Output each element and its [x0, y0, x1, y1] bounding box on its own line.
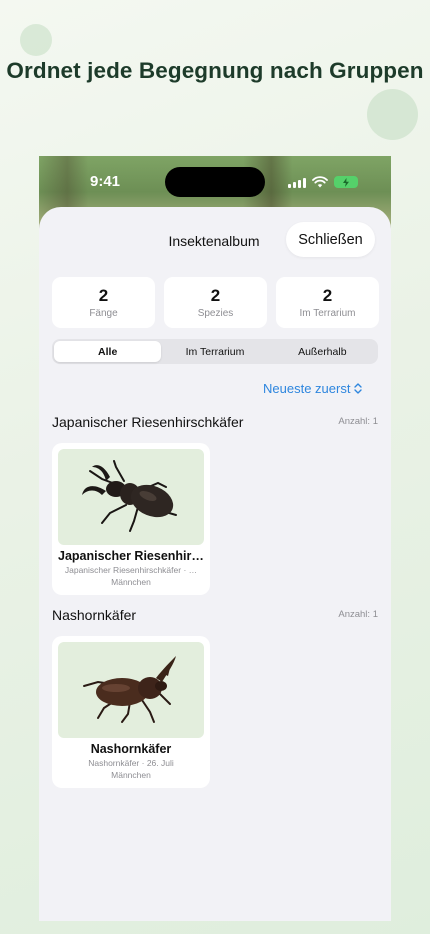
group-title: Japanischer Riesenhirschkäfer — [52, 414, 244, 430]
stat-species: 2 Spezies — [164, 277, 267, 328]
card-sex: Männchen — [111, 577, 151, 587]
stat-catches: 2 Fänge — [52, 277, 155, 328]
album-sheet: Insektenalbum Schließen 2 Fänge 2 Spezie… — [39, 207, 391, 921]
catch-card-stag-beetle[interactable]: Japanischer Riesenhirs… Japanischer Ries… — [52, 443, 210, 595]
wifi-icon — [312, 176, 328, 188]
group-count: Anzahl: 1 — [338, 609, 378, 620]
card-title: Japanischer Riesenhirs… — [58, 549, 204, 563]
dynamic-island — [165, 167, 265, 197]
filter-outside[interactable]: Außerhalb — [269, 341, 376, 362]
rhinoceros-beetle-icon — [83, 656, 176, 723]
promo-headline: Ordnet jede Begegnung nach Gruppen — [6, 58, 424, 83]
sheet-title: Insektenalbum — [168, 233, 260, 249]
card-sex: Männchen — [111, 770, 151, 780]
decorative-circle — [367, 89, 418, 140]
catch-card-rhinoceros-beetle[interactable]: Nashornkäfer Nashornkäfer · 26. Juli Män… — [52, 636, 210, 788]
status-icons — [288, 176, 358, 188]
stat-label: Fänge — [89, 308, 118, 319]
battery-charging-icon — [334, 176, 358, 188]
sort-label: Neueste zuerst — [263, 381, 351, 396]
cellular-signal-icon — [288, 177, 306, 188]
stat-value: 2 — [210, 286, 221, 305]
beetle-thumbnail — [58, 449, 204, 545]
stat-label: Spezies — [197, 308, 234, 319]
stag-beetle-icon — [82, 460, 177, 532]
stat-terrarium: 2 Im Terrarium — [276, 277, 379, 328]
filter-segmented-control: Alle Im Terrarium Außerhalb — [52, 339, 378, 364]
group-count: Anzahl: 1 — [338, 416, 378, 427]
phone-screen: 9:41 Insektenalbum Schließen 2 Fänge 2 S… — [39, 156, 391, 921]
stat-value: 2 — [98, 286, 109, 305]
status-time: 9:41 — [90, 173, 121, 190]
stats-row: 2 Fänge 2 Spezies 2 Im Terrarium — [52, 277, 379, 328]
filter-all[interactable]: Alle — [54, 341, 162, 362]
filter-in-terrarium[interactable]: Im Terrarium — [161, 341, 268, 362]
card-subtitle: Japanischer Riesenhirschkäfer · … — [64, 565, 198, 575]
sort-menu-button[interactable]: Neueste zuerst — [263, 381, 363, 396]
beetle-thumbnail — [58, 642, 204, 738]
card-subtitle: Nashornkäfer · 26. Juli — [88, 758, 174, 768]
stat-value: 2 — [322, 286, 333, 305]
stat-label: Im Terrarium — [299, 308, 356, 319]
decorative-circle — [20, 24, 52, 56]
card-title: Nashornkäfer — [90, 742, 172, 756]
chevron-up-down-icon — [354, 383, 363, 394]
close-button[interactable]: Schließen — [286, 222, 375, 257]
group-title: Nashornkäfer — [52, 607, 137, 623]
